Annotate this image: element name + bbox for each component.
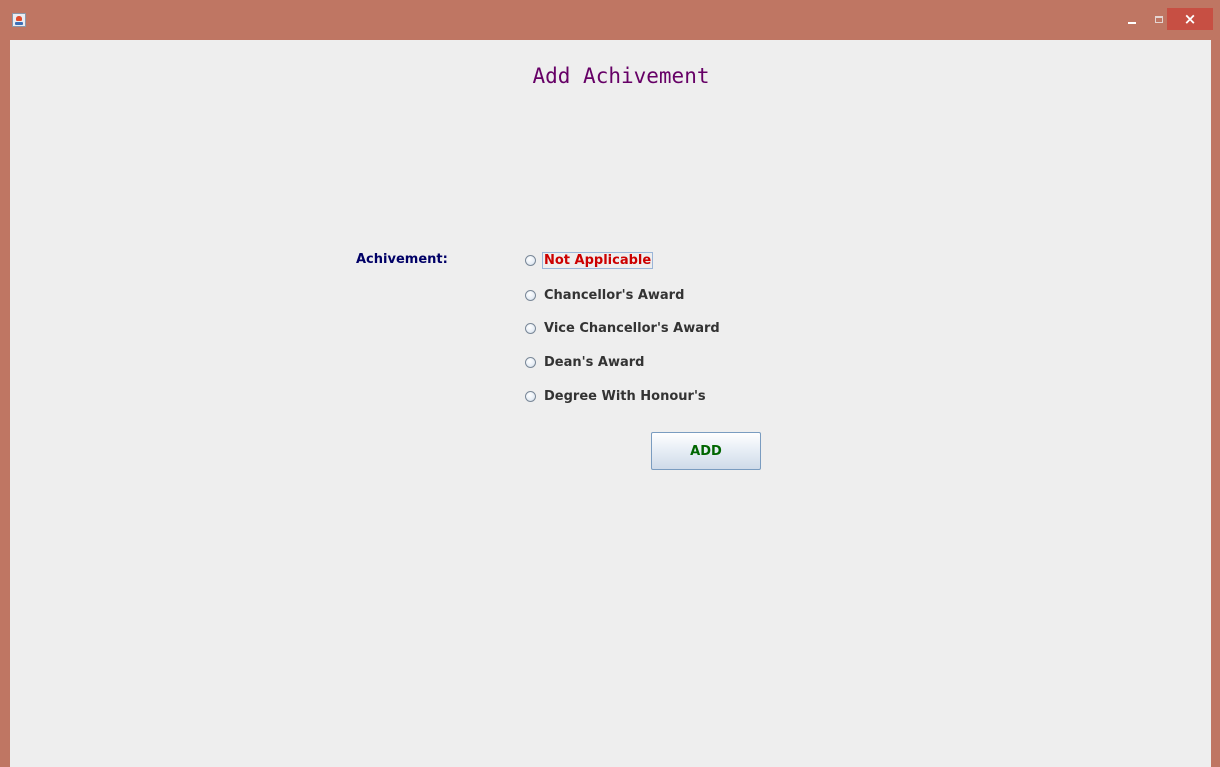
radio-label[interactable]: Degree With Honour's bbox=[543, 389, 707, 404]
add-button[interactable]: ADD bbox=[651, 432, 761, 470]
radio-chancellors-award[interactable]: Chancellor's Award bbox=[525, 285, 685, 305]
radio-label[interactable]: Not Applicable bbox=[541, 251, 654, 269]
radio-circle-icon[interactable] bbox=[525, 254, 536, 266]
close-button[interactable]: × bbox=[1167, 8, 1213, 30]
radio-deans-award[interactable]: Dean's Award bbox=[525, 352, 645, 372]
achievement-label: Achivement: bbox=[356, 252, 448, 267]
radio-label[interactable]: Vice Chancellor's Award bbox=[543, 321, 721, 336]
radio-circle-icon[interactable] bbox=[525, 356, 536, 368]
radio-label[interactable]: Chancellor's Award bbox=[543, 288, 685, 303]
app-window: × Add Achivement Achivement: Not Applica… bbox=[0, 0, 1220, 767]
radio-circle-icon[interactable] bbox=[525, 390, 536, 402]
content-panel: Add Achivement Achivement: Not Applicabl… bbox=[10, 40, 1211, 767]
minimize-button[interactable] bbox=[1118, 8, 1146, 30]
page-title: Add Achivement bbox=[532, 64, 710, 88]
radio-not-applicable[interactable]: Not Applicable bbox=[525, 250, 654, 270]
title-bar[interactable]: × bbox=[0, 0, 1220, 40]
radio-label[interactable]: Dean's Award bbox=[543, 355, 645, 370]
radio-vice-chancellors-award[interactable]: Vice Chancellor's Award bbox=[525, 318, 721, 338]
radio-degree-with-honours[interactable]: Degree With Honour's bbox=[525, 386, 707, 406]
radio-circle-icon[interactable] bbox=[525, 322, 536, 334]
radio-circle-icon[interactable] bbox=[525, 289, 536, 301]
java-cup-icon[interactable] bbox=[12, 13, 26, 27]
